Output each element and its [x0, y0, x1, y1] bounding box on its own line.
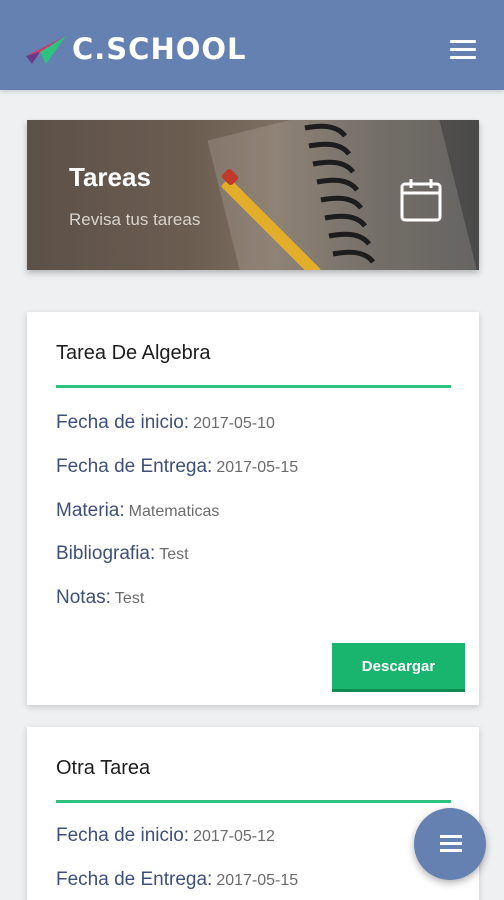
brand-name: C.SCHOOL: [72, 32, 247, 66]
notes-field: Notas: Test: [56, 587, 145, 608]
paper-plane-logo-icon: [26, 36, 66, 64]
task-title: Tarea De Algebra: [56, 342, 211, 364]
divider: [56, 800, 451, 803]
calendar-icon: [400, 179, 442, 222]
menu-fab-icon[interactable]: [414, 808, 486, 880]
subject-field: Materia: Matematicas: [56, 500, 220, 521]
hero-banner: Tareas Revisa tus tareas: [27, 120, 479, 270]
download-button[interactable]: Descargar: [332, 643, 465, 689]
bibliography-field: Bibliografia: Test: [56, 543, 189, 564]
task-title: Otra Tarea: [56, 757, 151, 779]
page-subtitle: Revisa tus tareas: [69, 210, 201, 229]
due-date-field: Fecha de Entrega: 2017-05-15: [56, 456, 299, 477]
start-date-field: Fecha de inicio: 2017-05-10: [56, 412, 275, 433]
task-card: Otra Tarea Fecha de inicio: 2017-05-12 Fe…: [27, 727, 479, 900]
due-date-field: Fecha de Entrega: 2017-05-15: [56, 869, 299, 890]
page-title: Tareas: [69, 162, 151, 192]
task-card: Tarea De Algebra Fecha de inicio: 2017-05…: [27, 312, 479, 705]
hamburger-icon[interactable]: [450, 40, 476, 62]
app-header: C.SCHOOL: [0, 0, 504, 90]
start-date-field: Fecha de inicio: 2017-05-12: [56, 825, 275, 846]
divider: [56, 385, 451, 388]
